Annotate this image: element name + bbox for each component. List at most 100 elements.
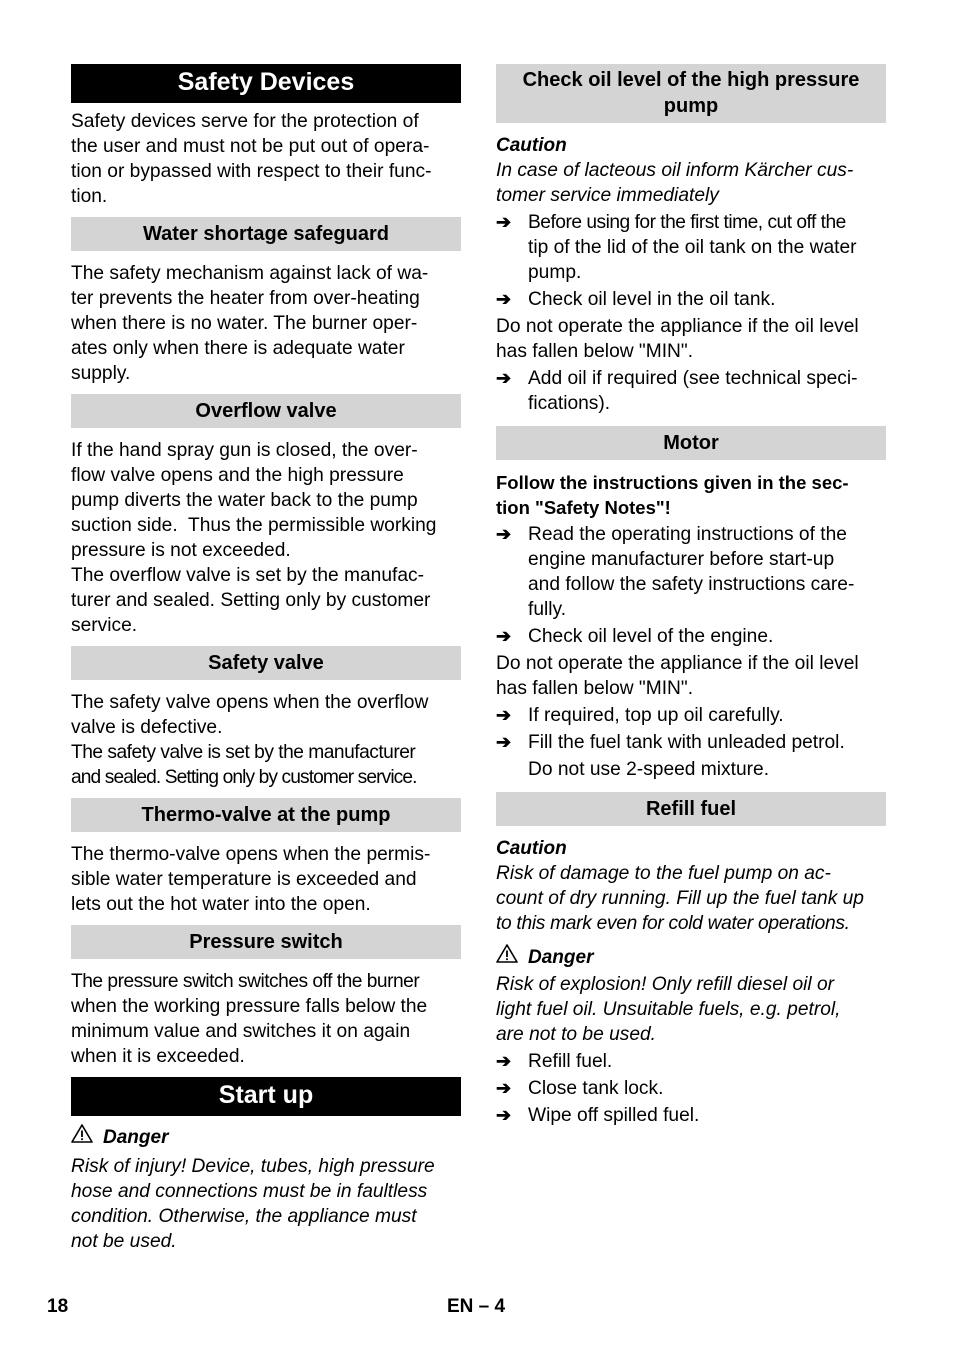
page-number: 18 — [47, 1296, 69, 1317]
text-line: If the hand spray gun is closed, the ove… — [71, 440, 418, 461]
text-line: not be used. — [71, 1231, 177, 1252]
instruction-step: ➔ Before using for the first time, cut o… — [496, 210, 886, 285]
arrow-right-icon: ➔ — [496, 1051, 512, 1071]
text-line: Risk of damage to the fuel pump on ac- — [496, 863, 831, 884]
text-line: suction side. Thus the permissible worki… — [71, 515, 437, 536]
text-line: condition. Otherwise, the appliance must — [71, 1206, 417, 1227]
text-line: ates only when there is adequate water — [71, 338, 405, 359]
text-line: minimum value and switches it on again — [71, 1021, 411, 1042]
instruction-step: ➔ Wipe off spilled fuel. — [496, 1103, 886, 1128]
caution-text: In case of lacteous oil inform Kärcher c… — [496, 158, 886, 208]
heading-motor: Motor — [496, 426, 886, 460]
arrow-right-icon: ➔ — [496, 1105, 512, 1125]
text-line: The safety valve is set by the manufactu… — [71, 742, 416, 763]
text-line: count of dry running. Fill up the fuel t… — [496, 888, 864, 909]
arrow-right-icon: ➔ — [496, 524, 512, 544]
text-line: light fuel oil. Unsuitable fuels, e.g. p… — [496, 999, 841, 1020]
danger-label: Danger — [528, 946, 594, 968]
instruction-step: ➔ Check oil level of the engine. — [496, 624, 886, 649]
text-line: tip of the lid of the oil tank on the wa… — [528, 237, 857, 258]
page-reference: EN – 4 — [447, 1296, 506, 1317]
warning-triangle-icon — [496, 944, 518, 970]
heading-thermo-valve: Thermo-valve at the pump — [71, 798, 461, 832]
heading-safety-valve: Safety valve — [71, 646, 461, 680]
arrow-right-icon: ➔ — [496, 212, 512, 232]
text-line: tomer service immediately — [496, 185, 719, 206]
danger-notice-text: Risk of injury! Device, tubes, high pres… — [71, 1154, 461, 1254]
text-line: hose and connections must be in faultles… — [71, 1181, 428, 1202]
text-line: pump diverts the water back to the pump — [71, 490, 418, 511]
text-line: tion "Safety Notes"! — [496, 497, 671, 518]
text-line: Wipe off spilled fuel. — [528, 1105, 700, 1126]
heading-water-shortage-safeguard: Water shortage safeguard — [71, 217, 461, 251]
text-line: the user and must not be put out of oper… — [71, 136, 430, 157]
text-line: Follow the instructions given in the sec… — [496, 472, 849, 493]
arrow-right-icon: ➔ — [496, 289, 512, 309]
text-line: and sealed. Setting only by customer ser… — [71, 767, 417, 788]
overflow-valve-text: If the hand spray gun is closed, the ove… — [71, 438, 461, 638]
instruction-step: ➔ Close tank lock. — [496, 1076, 886, 1101]
text-line: Close tank lock. — [528, 1078, 664, 1099]
text-line: when the working pressure falls below th… — [71, 996, 428, 1017]
text-line: and follow the safety instructions care- — [528, 574, 855, 595]
caution-label: Caution — [496, 135, 567, 156]
text-line: lets out the hot water into the open. — [71, 894, 371, 915]
danger-notice-title: Danger — [71, 1124, 461, 1150]
text-line: Do not use 2-speed mixture. — [528, 759, 770, 780]
thermo-valve-text: The thermo-valve opens when the permis- … — [71, 842, 461, 917]
safety-valve-text: The safety valve opens when the overflow… — [71, 690, 461, 790]
danger-label: Danger — [103, 1126, 169, 1148]
text-line: flow valve opens and the high pressure — [71, 465, 404, 486]
text-line: Risk of injury! Device, tubes, high pres… — [71, 1156, 435, 1177]
text-line: Check oil level of the engine. — [528, 626, 774, 647]
heading-safety-devices: Safety Devices — [71, 64, 461, 103]
text-line: The pressure switch switches off the bur… — [71, 971, 420, 992]
text-line: has fallen below "MIN". — [496, 341, 694, 362]
text-line: supply. — [71, 363, 131, 384]
text-line: The thermo-valve opens when the permis- — [71, 844, 431, 865]
arrow-right-icon: ➔ — [496, 705, 512, 725]
water-shortage-text: The safety mechanism against lack of wa-… — [71, 261, 461, 386]
text-line: fications). — [528, 393, 611, 414]
text-line: Read the operating instructions of the — [528, 524, 847, 545]
text-line: Safety devices serve for the protection … — [71, 111, 419, 132]
text-line: Risk of explosion! Only refill diesel oi… — [496, 974, 835, 995]
safety-devices-intro: Safety devices serve for the protection … — [71, 109, 461, 209]
text-line: pressure is not exceeded. — [71, 540, 291, 561]
text-line: Fill the fuel tank with unleaded petrol. — [528, 732, 845, 753]
instruction-step: ➔ Refill fuel. — [496, 1049, 886, 1074]
text-line: valve is defective. — [71, 717, 223, 738]
text-line: The overflow valve is set by the manufac… — [71, 565, 424, 586]
text-line: service. — [71, 615, 138, 636]
text-line: The safety mechanism against lack of wa- — [71, 263, 429, 284]
text-line: If required, top up oil carefully. — [528, 705, 784, 726]
instruction-step: ➔ Fill the fuel tank with unleaded petro… — [496, 730, 886, 755]
danger-notice-title: Danger — [496, 944, 886, 970]
arrow-right-icon: ➔ — [496, 626, 512, 646]
heading-overflow-valve: Overflow valve — [71, 394, 461, 428]
text-line: when it is exceeded. — [71, 1046, 245, 1067]
instruction-step: ➔ Check oil level in the oil tank. — [496, 287, 886, 312]
text-line: Do not operate the appliance if the oil … — [496, 653, 859, 674]
motor-safety-instruction: Follow the instructions given in the sec… — [496, 470, 886, 520]
instruction-step: ➔ If required, top up oil carefully. — [496, 703, 886, 728]
instruction-step: ➔ Add oil if required (see technical spe… — [496, 366, 886, 416]
caution-text: Risk of damage to the fuel pump on ac- c… — [496, 861, 886, 936]
text-line: Refill fuel. — [528, 1051, 613, 1072]
text-line: The safety valve opens when the overflow — [71, 692, 429, 713]
text-line: when there is no water. The burner oper- — [71, 313, 418, 334]
heading-line: Check oil level of the high pressure — [522, 69, 860, 91]
oil-level-note: Do not operate the appliance if the oil … — [496, 314, 886, 364]
text-line: pump. — [528, 262, 582, 283]
text-line: tion or bypassed with respect to their f… — [71, 161, 432, 182]
arrow-right-icon: ➔ — [496, 1078, 512, 1098]
heading-start-up: Start up — [71, 1077, 461, 1116]
text-line: In case of lacteous oil inform Kärcher c… — [496, 160, 854, 181]
text-line: turer and sealed. Setting only by custom… — [71, 590, 431, 611]
text-line: tion. — [71, 186, 108, 207]
text-line: sible water temperature is exceeded and — [71, 869, 417, 890]
heading-pressure-switch: Pressure switch — [71, 925, 461, 959]
instruction-step: ➔ Read the operating instructions of the… — [496, 522, 886, 622]
text-line: are not to be used. — [496, 1024, 657, 1045]
pressure-switch-text: The pressure switch switches off the bur… — [71, 969, 461, 1069]
